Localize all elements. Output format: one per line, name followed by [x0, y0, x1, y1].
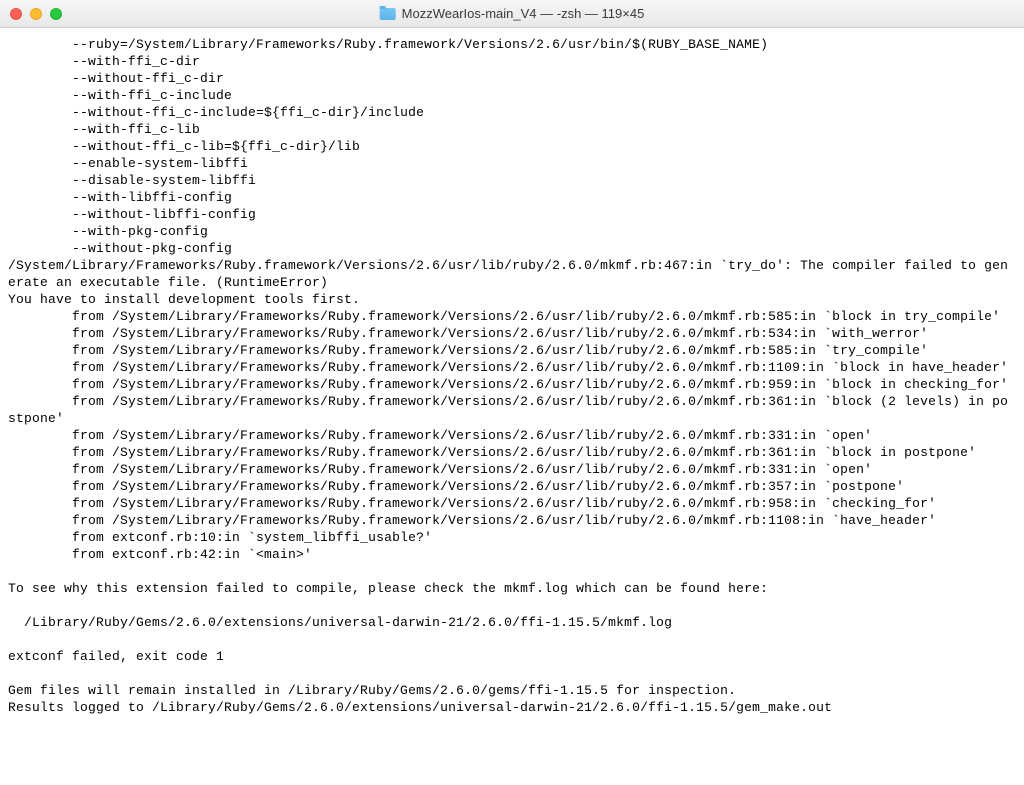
window-titlebar[interactable]: MozzWearIos-main_V4 — -zsh — 119×45: [0, 0, 1024, 28]
window-title-container: MozzWearIos-main_V4 — -zsh — 119×45: [380, 6, 645, 21]
folder-icon: [380, 8, 396, 20]
minimize-button[interactable]: [30, 8, 42, 20]
window-title: MozzWearIos-main_V4 — -zsh — 119×45: [402, 6, 645, 21]
terminal-output[interactable]: --ruby=/System/Library/Frameworks/Ruby.f…: [0, 28, 1024, 724]
traffic-lights: [10, 8, 62, 20]
close-button[interactable]: [10, 8, 22, 20]
maximize-button[interactable]: [50, 8, 62, 20]
